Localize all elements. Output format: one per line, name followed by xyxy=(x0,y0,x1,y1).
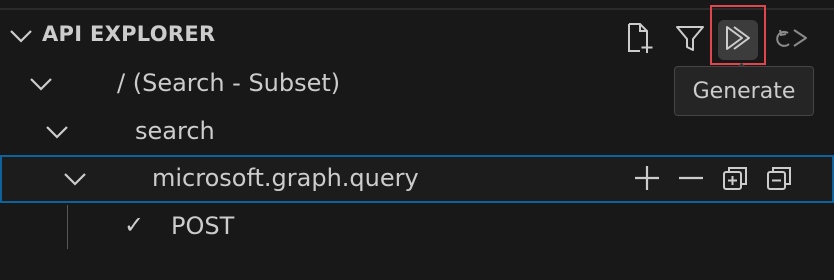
row-actions xyxy=(630,163,796,199)
minus-icon xyxy=(676,163,706,197)
chevron-down-icon[interactable] xyxy=(62,168,88,190)
section-title: API EXPLORER xyxy=(42,22,216,46)
panel-divider xyxy=(0,8,834,10)
check-icon: ✓ xyxy=(124,211,145,239)
filter-button[interactable] xyxy=(670,20,710,60)
tooltip-arrow-cover xyxy=(735,73,749,81)
tree-item-label: search xyxy=(135,117,215,145)
tree-row-query[interactable]: microsoft.graph.query xyxy=(0,155,834,203)
tree-item-label: microsoft.graph.query xyxy=(152,164,419,192)
section-header[interactable]: API EXPLORER xyxy=(0,12,834,60)
chevron-down-icon[interactable] xyxy=(44,121,70,143)
api-explorer-panel: API EXPLORER / (Search - Subset) search … xyxy=(0,0,834,280)
new-file-icon xyxy=(624,22,654,58)
plus-icon xyxy=(632,163,662,197)
expand-all-button[interactable] xyxy=(718,163,752,197)
refresh-run-icon xyxy=(774,22,810,58)
remove-button[interactable] xyxy=(674,163,708,197)
tree-item-label: POST xyxy=(171,212,235,240)
tree-row-post[interactable]: ✓ POST xyxy=(0,203,834,251)
regenerate-button[interactable] xyxy=(772,20,812,60)
collapse-all-icon xyxy=(764,163,794,197)
generate-highlight-box xyxy=(710,5,766,65)
add-button[interactable] xyxy=(630,163,664,197)
new-file-button[interactable] xyxy=(619,20,659,60)
tree-item-label: / (Search - Subset) xyxy=(117,69,341,97)
expand-all-icon xyxy=(720,163,750,197)
filter-icon xyxy=(674,23,706,57)
chevron-down-icon[interactable] xyxy=(28,73,54,95)
chevron-down-icon[interactable] xyxy=(8,25,34,47)
collapse-all-button[interactable] xyxy=(762,163,796,197)
